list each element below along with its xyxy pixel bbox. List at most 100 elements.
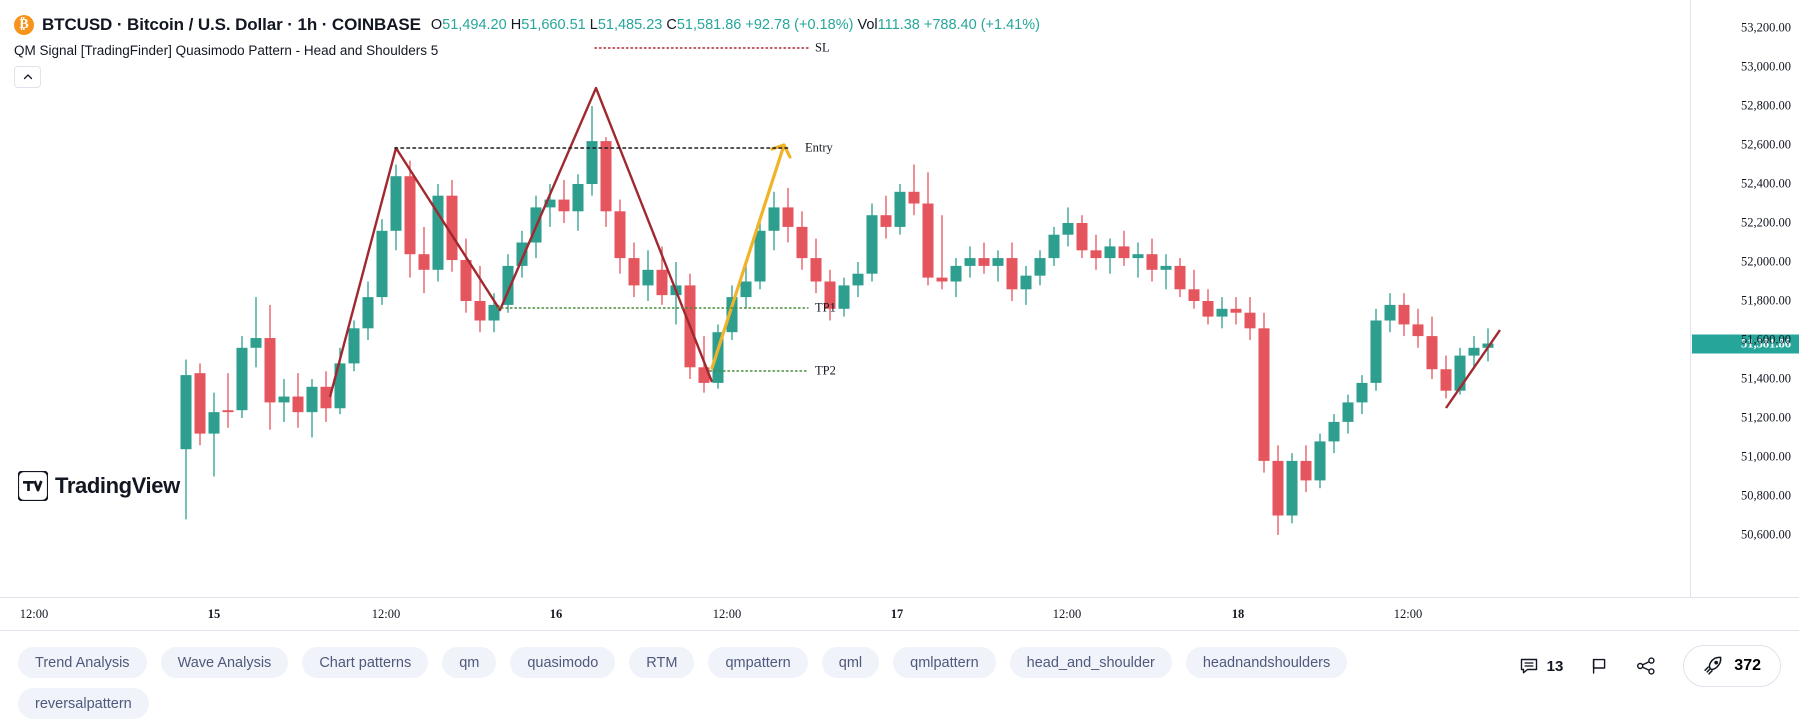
candle-body <box>1244 312 1256 329</box>
candle-body <box>180 375 192 450</box>
volume-value: 111.38 <box>877 17 920 33</box>
candle-body <box>1230 308 1242 313</box>
candle-body <box>1328 421 1340 442</box>
tag-chip[interactable]: qmpattern <box>708 647 808 678</box>
candle-body <box>600 141 612 212</box>
candle-body <box>390 176 402 231</box>
comment-icon <box>1520 658 1537 674</box>
indicator-legend[interactable]: QM Signal [TradingFinder] Quasimodo Patt… <box>14 43 1040 58</box>
candle-body <box>992 258 1004 266</box>
tag-chip[interactable]: qmlpattern <box>893 647 996 678</box>
tag-chip[interactable]: RTM <box>629 647 695 678</box>
candle-body <box>516 242 528 266</box>
candle-body <box>1426 336 1438 370</box>
candle-body <box>768 207 780 231</box>
candle-body <box>460 260 472 301</box>
boost-button[interactable]: 372 <box>1683 645 1781 687</box>
candle-body <box>1202 301 1214 317</box>
candle-body <box>1468 347 1480 356</box>
candle-body <box>1454 355 1466 391</box>
volume-key: Vol <box>857 17 878 33</box>
candle-body <box>810 258 822 282</box>
candle-body <box>292 396 304 413</box>
price-tick: 51,400.00 <box>1741 371 1791 386</box>
candle-body <box>1258 328 1270 461</box>
tp1-label: TP1 <box>815 300 836 315</box>
close-key: C <box>666 17 677 33</box>
comment-count: 13 <box>1546 657 1564 675</box>
candle-body <box>922 203 934 278</box>
tradingview-watermark: TradingView <box>18 471 180 501</box>
tag-chip[interactable]: Wave Analysis <box>160 647 289 678</box>
candle-body <box>754 230 766 282</box>
tag-chip[interactable]: Trend Analysis <box>18 647 147 678</box>
time-tick: 12:00 <box>1393 607 1423 621</box>
time-tick: 12:00 <box>371 607 401 621</box>
share-action[interactable] <box>1635 655 1657 677</box>
tag-chip[interactable]: reversalpattern <box>18 688 149 719</box>
tag-chip[interactable]: Chart patterns <box>302 647 429 678</box>
time-tick: 16 <box>549 607 563 621</box>
candle-body <box>1132 254 1144 259</box>
candle-body <box>740 281 752 298</box>
candle-body <box>1090 250 1102 259</box>
time-tick: 12:00 <box>1052 607 1082 621</box>
price-tick: 52,800.00 <box>1741 98 1791 113</box>
candle-body <box>1286 460 1298 516</box>
volume-change: +788.40 (+1.41%) <box>923 17 1040 33</box>
candle-body <box>1342 402 1354 422</box>
chart-area[interactable]: ₿ BTCUSD · Bitcoin / U.S. Dollar · 1h · … <box>0 0 1799 598</box>
close-value: 51,581.86 <box>676 17 742 33</box>
tradingview-logo-icon <box>18 471 48 501</box>
time-scale[interactable]: 12:00 15 12:00 16 12:00 17 12:00 18 12:00 <box>0 598 1799 631</box>
candle-body <box>1104 246 1116 259</box>
candle-body <box>194 373 206 434</box>
price-tick: 51,800.00 <box>1741 293 1791 308</box>
quasimodo-pattern-path-tail <box>1445 329 1501 409</box>
post-footer: Trend Analysis Wave Analysis Chart pattern… <box>0 631 1799 721</box>
candle-body <box>236 347 248 411</box>
symbol-title[interactable]: BTCUSD · Bitcoin / U.S. Dollar · 1h · CO… <box>42 15 421 35</box>
candle-body <box>250 338 262 348</box>
time-tick: 17 <box>890 607 904 621</box>
legend-primary-row: ₿ BTCUSD · Bitcoin / U.S. Dollar · 1h · … <box>14 14 1040 36</box>
candle-body <box>320 386 332 409</box>
low-key: L <box>589 17 598 33</box>
candle-body <box>614 211 626 259</box>
candle-body <box>782 207 794 227</box>
ohlc-values: O51,494.20 H51,660.51 L51,485.23 C51,581… <box>431 17 1040 33</box>
candle-body <box>1146 254 1158 270</box>
high-value: 51,660.51 <box>521 17 586 33</box>
share-icon <box>1637 657 1655 675</box>
candle-body <box>558 199 570 212</box>
tag-chip[interactable]: headnandshoulders <box>1185 647 1348 678</box>
comments-action[interactable]: 13 <box>1519 656 1564 676</box>
candle-body <box>1384 304 1396 321</box>
time-tick: 15 <box>207 607 221 621</box>
candle-body <box>642 269 654 286</box>
price-scale[interactable]: 51,581.86 53,200.00 53,000.00 52,800.00 52,… <box>1690 0 1799 597</box>
candle-body <box>1300 460 1312 481</box>
candle-body <box>838 285 850 309</box>
candle-body <box>1174 265 1186 290</box>
flag-action[interactable] <box>1589 656 1609 676</box>
high-key: H <box>510 17 522 33</box>
rocket-icon <box>1704 656 1722 675</box>
price-tick: 50,600.00 <box>1741 527 1791 542</box>
price-tick: 52,400.00 <box>1741 176 1791 191</box>
tag-chip[interactable]: head_and_shoulder <box>1009 647 1172 678</box>
tag-chip[interactable]: qm <box>442 647 497 678</box>
price-tick: 52,600.00 <box>1741 137 1791 152</box>
candle-body <box>1076 223 1088 251</box>
candle-body <box>880 215 892 227</box>
collapse-legend-button[interactable] <box>14 66 41 88</box>
candle-body <box>208 412 220 434</box>
candle-body <box>418 254 430 270</box>
boost-count: 372 <box>1734 657 1761 674</box>
tag-chip[interactable]: qml <box>821 647 880 678</box>
chart-plot[interactable] <box>0 0 1690 597</box>
price-tick: 52,200.00 <box>1741 215 1791 230</box>
candle-body <box>1020 275 1032 290</box>
candle-body <box>1160 265 1172 270</box>
tag-chip[interactable]: quasimodo <box>510 647 616 678</box>
